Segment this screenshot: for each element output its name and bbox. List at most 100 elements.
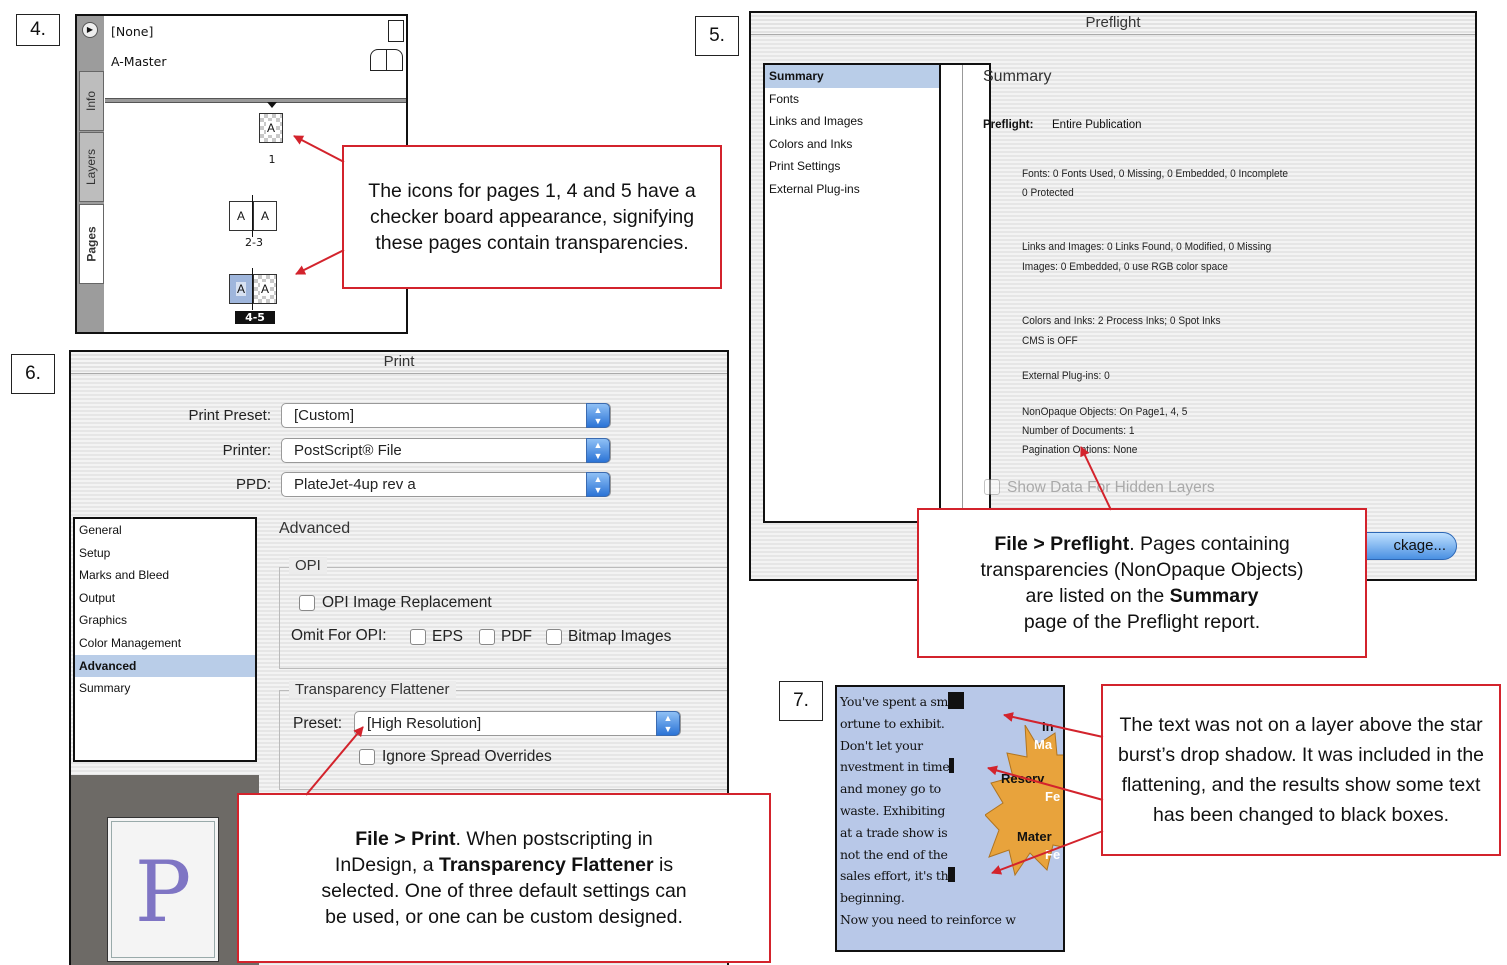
tab-info-label: Info bbox=[84, 90, 99, 112]
print-nav-setup[interactable]: Setup bbox=[75, 542, 255, 565]
preflight-sidebar: Summary Fonts Links and Images Colors an… bbox=[763, 63, 991, 523]
preflight-fonts-line-2: 0 Protected bbox=[1022, 187, 1074, 199]
opi-group bbox=[279, 567, 727, 669]
print-nav-color-management[interactable]: Color Management bbox=[75, 632, 255, 655]
sample-line-4-text: nvestment in time bbox=[840, 759, 950, 775]
page-4-icon[interactable]: A bbox=[229, 274, 253, 304]
preflight-pagination-line: Pagination Options: None bbox=[1022, 444, 1138, 456]
print-nav-general[interactable]: General bbox=[75, 519, 255, 542]
omit-pdf-checkbox[interactable] bbox=[479, 629, 495, 645]
ppd-value: PlateJet-4up rev a bbox=[294, 476, 416, 493]
tab-pages-label: Pages bbox=[84, 226, 99, 262]
burst-word-1: In bbox=[1042, 719, 1054, 734]
package-button-label: ckage... bbox=[1393, 537, 1446, 554]
preflight-title: Preflight bbox=[751, 13, 1475, 35]
black-box-3 bbox=[948, 867, 956, 883]
master-a[interactable]: A-Master bbox=[111, 54, 166, 69]
preflight-links-line: Links and Images: 0 Links Found, 0 Modif… bbox=[1022, 241, 1272, 253]
page-1-master: A bbox=[265, 121, 276, 135]
page-3-icon[interactable]: A bbox=[253, 201, 277, 231]
page-1-label: 1 bbox=[268, 153, 276, 166]
flatten-sample-text: You've spent a sm ortune to exhibit. Don… bbox=[840, 691, 1063, 931]
omit-pdf-label: PDF bbox=[501, 628, 532, 645]
opi-replacement-checkbox[interactable] bbox=[299, 595, 315, 611]
preflight-nonopaque-line: NonOpaque Objects: On Page1, 4, 5 bbox=[1022, 406, 1188, 418]
panel-menu-button[interactable]: ▶ bbox=[82, 22, 98, 38]
tab-info[interactable]: Info bbox=[79, 71, 104, 131]
print-callout-rest-2: is bbox=[653, 854, 674, 876]
flatten-callout: The text was not on a layer above the st… bbox=[1101, 684, 1501, 856]
print-callout-line-3: selected. One of three default settings … bbox=[321, 880, 687, 902]
hidden-layers-checkbox[interactable] bbox=[984, 479, 1000, 495]
master-none[interactable]: [None] bbox=[111, 24, 153, 39]
burst-word-5: Mater bbox=[1017, 829, 1052, 844]
burst-word-2: Ma bbox=[1034, 737, 1053, 752]
print-nav-summary[interactable]: Summary bbox=[75, 677, 255, 700]
flattener-preset-label: Preset: bbox=[293, 715, 343, 732]
spread-2-3-label: 2-3 bbox=[245, 236, 263, 249]
print-title: Print bbox=[71, 352, 727, 374]
sample-line-9: sales effort, it's th bbox=[840, 865, 1063, 887]
print-nav-graphics[interactable]: Graphics bbox=[75, 609, 255, 632]
master-a-left-icon bbox=[370, 49, 387, 71]
tab-layers[interactable]: Layers bbox=[79, 132, 104, 202]
pages-callout-text: The icons for pages 1, 4 and 5 have a ch… bbox=[368, 180, 696, 254]
preflight-colors-line: Colors and Inks: 2 Process Inks; 0 Spot … bbox=[1022, 315, 1221, 327]
print-callout-bold-1: File > Print bbox=[355, 828, 456, 850]
preflight-callout: File > Preflight. Pages containing trans… bbox=[917, 508, 1367, 658]
omit-bitmap-checkbox[interactable] bbox=[546, 629, 562, 645]
preflight-nav-links[interactable]: Links and Images bbox=[765, 110, 939, 133]
page-2-icon[interactable]: A bbox=[229, 201, 253, 231]
sample-line-3: Don't let your bbox=[840, 737, 923, 753]
preflight-nav-fonts[interactable]: Fonts bbox=[765, 88, 939, 111]
printer-select[interactable]: PostScript® File ▲ ▼ bbox=[281, 438, 611, 463]
preflight-callout-bold-3: Summary bbox=[1169, 585, 1259, 607]
ignore-overrides-checkbox[interactable] bbox=[359, 749, 375, 765]
page-5-master: A bbox=[259, 282, 270, 296]
preflight-scope-label: Preflight: bbox=[983, 119, 1034, 131]
preflight-window: Preflight Summary Fonts Links and Images… bbox=[749, 11, 1477, 581]
black-box-2 bbox=[949, 758, 955, 774]
preflight-nav-plugins[interactable]: External Plug-ins bbox=[765, 178, 939, 201]
page-5-icon[interactable]: A bbox=[253, 274, 277, 304]
sample-line-10: beginning. bbox=[840, 890, 905, 906]
omit-opi-label: Omit For OPI: bbox=[291, 627, 387, 644]
print-nav-marks[interactable]: Marks and Bleed bbox=[75, 564, 255, 587]
tab-layers-label: Layers bbox=[84, 148, 99, 186]
ppd-arrows-icon: ▲ ▼ bbox=[586, 472, 610, 497]
panel-divider[interactable] bbox=[105, 98, 406, 103]
preflight-sidebar-scrollbar[interactable] bbox=[943, 65, 963, 521]
flatten-callout-text: The text was not on a layer above the st… bbox=[1117, 714, 1485, 826]
flattener-preset-select[interactable]: [High Resolution] ▲ ▼ bbox=[354, 711, 681, 736]
print-preset-select[interactable]: [Custom] ▲ ▼ bbox=[281, 403, 611, 428]
printer-value: PostScript® File bbox=[294, 442, 402, 459]
opi-replacement-label: OPI Image Replacement bbox=[322, 594, 492, 611]
page-2-master: A bbox=[236, 209, 245, 223]
insert-marker-icon bbox=[267, 102, 277, 108]
flattener-group bbox=[279, 690, 727, 790]
omit-eps-checkbox[interactable] bbox=[410, 629, 426, 645]
sample-line-2: ortune to exhibit. bbox=[840, 715, 945, 731]
flattener-preset-arrows-icon: ▲ ▼ bbox=[656, 711, 680, 736]
step-5-label: 5. bbox=[695, 16, 739, 56]
tab-pages[interactable]: Pages bbox=[79, 204, 104, 284]
page-1-icon[interactable]: A bbox=[259, 113, 283, 143]
print-nav-output[interactable]: Output bbox=[75, 587, 255, 610]
print-preview-letter: P bbox=[134, 843, 192, 941]
print-nav-advanced[interactable]: Advanced bbox=[75, 654, 255, 678]
print-sidebar: General Setup Marks and Bleed Output Gra… bbox=[73, 517, 257, 762]
preflight-cms-line: CMS is OFF bbox=[1022, 335, 1078, 347]
ppd-select[interactable]: PlateJet-4up rev a ▲ ▼ bbox=[281, 472, 611, 497]
spread-4-5-spine bbox=[252, 268, 253, 310]
print-preview-area: P bbox=[71, 775, 259, 965]
preflight-nav-print-settings[interactable]: Print Settings bbox=[765, 155, 939, 178]
preflight-images-line: Images: 0 Embedded, 0 use RGB color spac… bbox=[1022, 261, 1228, 273]
preflight-callout-pre-3: are listed on the bbox=[1025, 585, 1170, 607]
page-4-master: A bbox=[235, 282, 246, 296]
print-callout-line-2: InDesign, a Transparency Flattener is bbox=[335, 852, 673, 878]
preflight-nav-summary[interactable]: Summary bbox=[765, 65, 939, 88]
print-callout-line-1: File > Print. When postscripting in bbox=[355, 826, 653, 852]
spread-2-3-spine bbox=[252, 195, 253, 237]
sample-line-8: not the end of the bbox=[840, 846, 948, 862]
preflight-nav-colors[interactable]: Colors and Inks bbox=[765, 133, 939, 156]
